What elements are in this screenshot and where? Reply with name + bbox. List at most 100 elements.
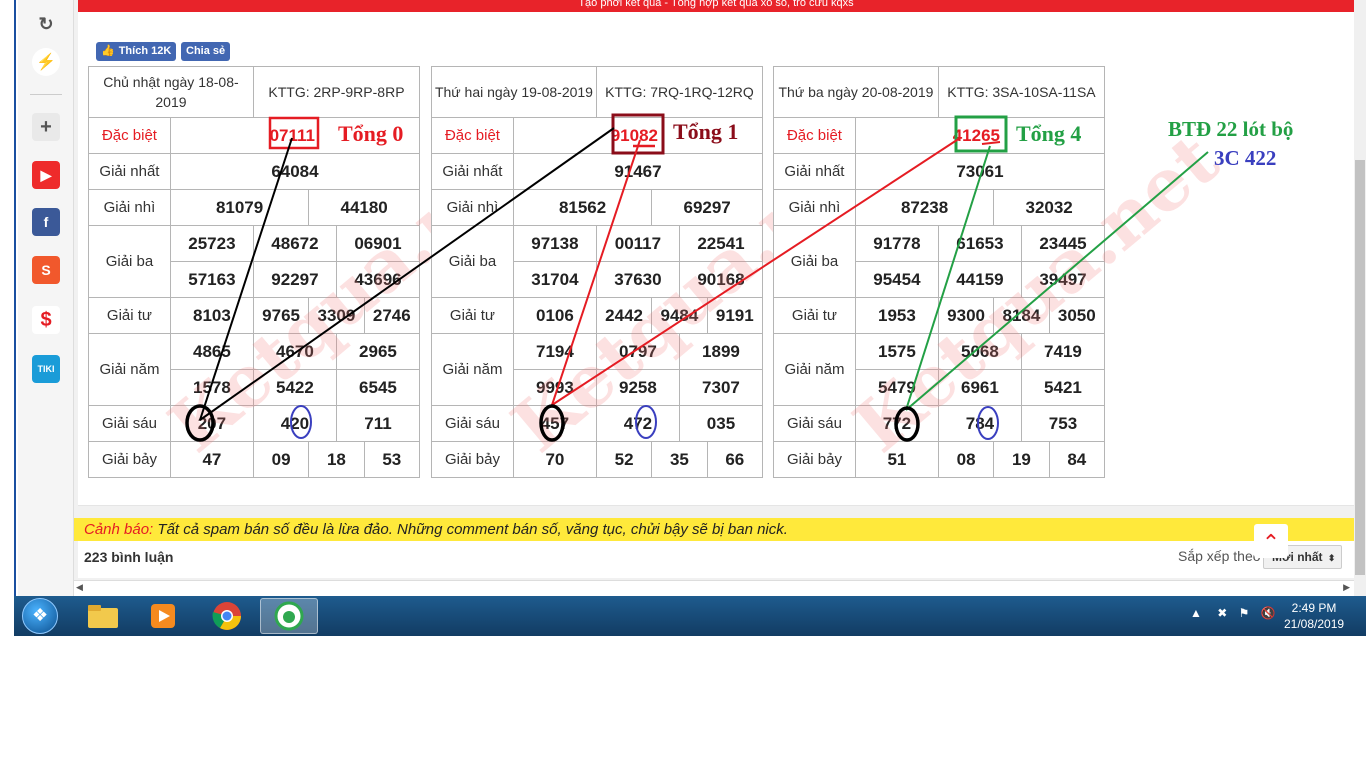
seventh-prize-value: 08: [937, 441, 995, 478]
seventh-prize-value: 66: [706, 441, 764, 478]
note-tong-4: Tổng 4: [1016, 121, 1082, 146]
sixth-prize-value: 753: [1020, 405, 1106, 442]
label-giai-nhi: Giải nhì: [773, 189, 856, 226]
system-tray: ▲ ✖ ⚑ 🔇: [1190, 606, 1276, 620]
vertical-scroll-thumb[interactable]: [1355, 160, 1365, 575]
folder-icon: [88, 605, 118, 628]
show-hidden-icons-icon[interactable]: ▲: [1190, 606, 1202, 620]
fourth-prize-value: 9765: [252, 297, 310, 334]
clock-time: 2:49 PM: [1291, 601, 1337, 615]
second-prize-value: 81562: [512, 189, 653, 226]
seventh-prize-value: 09: [252, 441, 310, 478]
tiki-icon[interactable]: TIKI: [32, 355, 60, 383]
label-dac-biet: Đặc biệt: [88, 117, 171, 154]
fifth-prize-value: 7194: [512, 333, 597, 370]
fifth-prize-value: 7307: [678, 369, 764, 406]
label-giai-bay: Giải bảy: [88, 441, 171, 478]
third-prize-value: 61653: [937, 225, 1022, 262]
sixth-prize-value: 207: [169, 405, 254, 442]
fifth-prize-value: 7419: [1020, 333, 1106, 370]
third-prize-value: 37630: [595, 261, 680, 298]
scroll-right-icon[interactable]: ▶: [1343, 582, 1350, 593]
messenger-icon[interactable]: ⚡: [32, 48, 60, 76]
seventh-prize-value: 18: [308, 441, 365, 478]
seventh-prize-value: 47: [169, 441, 254, 478]
label-giai-bay: Giải bảy: [773, 441, 856, 478]
windows-taskbar: ❖ ▲ ✖ ⚑ 🔇 2:49 PM 21/08/2019: [14, 596, 1366, 636]
sixth-prize-value: 472: [595, 405, 680, 442]
coccoc-icon: [274, 601, 304, 631]
left-window-edge: [0, 0, 16, 596]
start-button[interactable]: ❖: [22, 598, 58, 634]
sixth-prize-value: 420: [252, 405, 337, 442]
shopee-icon[interactable]: S: [32, 256, 60, 284]
label-giai-sau: Giải sáu: [88, 405, 171, 442]
annotation-3c: 3C 422: [1214, 146, 1277, 170]
third-prize-value: 23445: [1020, 225, 1106, 262]
system-clock[interactable]: 2:49 PM 21/08/2019: [1284, 600, 1344, 632]
action-center-icon[interactable]: ⚑: [1239, 606, 1250, 620]
seventh-prize-value: 70: [512, 441, 597, 478]
fifth-prize-value: 9258: [595, 369, 680, 406]
coccoc-taskbar-button[interactable]: [260, 598, 318, 634]
media-player-taskbar-button[interactable]: [134, 598, 192, 634]
seventh-prize-value: 52: [595, 441, 653, 478]
fifth-prize-value: 5068: [937, 333, 1022, 370]
label-giai-bay: Giải bảy: [431, 441, 514, 478]
fifth-prize-value: 0797: [595, 333, 680, 370]
table-header-kttg: KTTG: 3SA-10SA-11SA: [937, 66, 1106, 118]
youtube-icon[interactable]: ▶: [32, 161, 60, 189]
vertical-scrollbar[interactable]: [1354, 0, 1366, 596]
label-giai-nam: Giải năm: [88, 333, 171, 406]
media-player-icon: [151, 604, 175, 628]
select-arrows-icon: ⬍: [1327, 553, 1336, 563]
warning-text: Tất cả spam bán số đều là lừa đảo. Những…: [153, 521, 788, 538]
windows-logo-icon: ❖: [32, 605, 49, 625]
second-prize-value: 81079: [169, 189, 310, 226]
table-header-kttg: KTTG: 7RQ-1RQ-12RQ: [595, 66, 764, 118]
fifth-prize-value: 1575: [854, 333, 939, 370]
seventh-prize-value: 35: [651, 441, 708, 478]
history-icon[interactable]: ↻: [32, 10, 60, 38]
third-prize-value: 00117: [595, 225, 680, 262]
sendo-icon[interactable]: $: [32, 306, 60, 334]
horizontal-scrollbar[interactable]: ◀ ▶: [74, 580, 1354, 596]
facebook-share-button[interactable]: Chia sẻ: [181, 42, 231, 61]
comments-header: 223 bình luận Sắp xếp theo Mới nhất ⬍: [78, 541, 1354, 578]
label-giai-nhat: Giải nhất: [88, 153, 171, 190]
scroll-to-top-button[interactable]: ⌃: [1254, 524, 1288, 558]
add-icon[interactable]: +: [32, 113, 60, 141]
network-icon[interactable]: ✖: [1217, 606, 1227, 620]
note-tong-0: Tổng 0: [338, 121, 404, 146]
second-prize-value: 87238: [854, 189, 995, 226]
label-giai-nhi: Giải nhì: [431, 189, 514, 226]
label-giai-nhat: Giải nhất: [773, 153, 856, 190]
fourth-prize-value: 9484: [651, 297, 708, 334]
third-prize-value: 90168: [678, 261, 764, 298]
third-prize-value: 43696: [335, 261, 421, 298]
chrome-taskbar-button[interactable]: [198, 598, 256, 634]
third-prize-value: 06901: [335, 225, 421, 262]
table-header-date: Chủ nhật ngày 18-08-2019: [88, 66, 254, 118]
explorer-taskbar-button[interactable]: [74, 598, 132, 634]
browser-sidebar: ↻ ⚡ + ▶ f S $ TIKI: [18, 0, 74, 596]
fourth-prize-value: 2442: [595, 297, 653, 334]
facebook-like-button[interactable]: 👍 Thích 12K: [96, 42, 177, 61]
facebook-icon[interactable]: f: [32, 208, 60, 236]
fifth-prize-value: 2965: [335, 333, 421, 370]
third-prize-value: 48672: [252, 225, 337, 262]
chrome-icon: [212, 602, 241, 630]
label-giai-ba: Giải ba: [773, 225, 856, 298]
label-giai-tu: Giải tư: [773, 297, 856, 334]
first-prize-value: 64084: [169, 153, 421, 190]
fourth-prize-value: 3050: [1048, 297, 1106, 334]
label-giai-tu: Giải tư: [431, 297, 514, 334]
fifth-prize-value: 5479: [854, 369, 939, 406]
fifth-prize-value: 5421: [1020, 369, 1106, 406]
volume-muted-icon[interactable]: 🔇: [1261, 606, 1276, 620]
second-prize-value: 69297: [651, 189, 763, 226]
fifth-prize-value: 1578: [169, 369, 254, 406]
fourth-prize-value: 8184: [993, 297, 1050, 334]
scroll-left-icon[interactable]: ◀: [76, 582, 83, 593]
label-giai-ba: Giải ba: [88, 225, 171, 298]
